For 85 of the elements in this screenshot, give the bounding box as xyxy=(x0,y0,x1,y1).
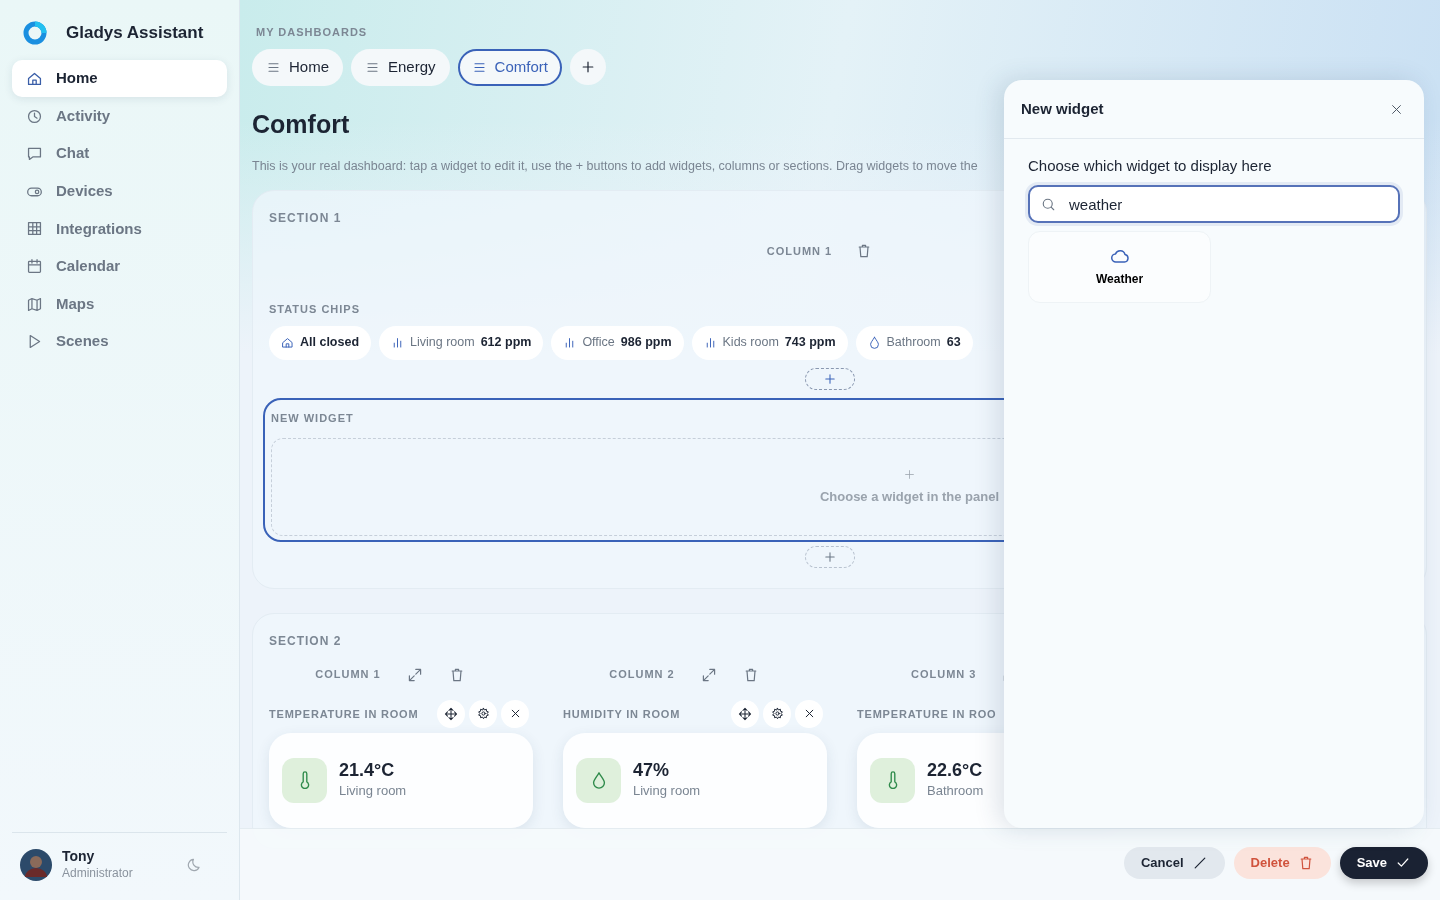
close-icon xyxy=(509,708,521,720)
column-title: COLUMN 2 xyxy=(609,667,675,683)
panel-label: Choose which widget to display here xyxy=(1028,155,1273,176)
close-button[interactable] xyxy=(1390,102,1403,116)
chip-value: 612 ppm xyxy=(480,334,532,352)
dashboards-heading: MY DASHBOARDS xyxy=(255,25,369,40)
nav-item[interactable]: Calendar xyxy=(12,247,227,285)
nav-item[interactable]: Scenes xyxy=(12,323,227,361)
avatar xyxy=(20,849,52,882)
chip-label: Kids room xyxy=(722,334,779,352)
chip-label: All closed xyxy=(300,334,360,352)
widget-value: 21.4°C xyxy=(339,759,396,782)
move-widget-button[interactable] xyxy=(731,699,759,728)
section-title: SECTION 2 xyxy=(269,633,343,651)
plus-icon xyxy=(822,371,837,386)
chip-label: Office xyxy=(582,334,615,352)
drop-icon xyxy=(867,336,881,350)
nav-item[interactable]: Integrations xyxy=(12,210,227,248)
close-icon xyxy=(803,708,815,720)
move-icon xyxy=(444,706,458,721)
logo-icon xyxy=(22,20,48,46)
calendar-icon xyxy=(26,257,43,275)
chip-value: 986 ppm xyxy=(620,334,672,352)
widget-settings-button[interactable] xyxy=(469,699,497,728)
widget-room: Bathroom xyxy=(927,782,984,801)
dashboard-tab[interactable]: Comfort xyxy=(457,48,562,86)
resize-column-button[interactable] xyxy=(406,666,423,683)
chip-value: 63 xyxy=(946,334,961,352)
nav-item[interactable]: Chat xyxy=(12,135,227,173)
settings-icon xyxy=(476,707,490,721)
widget-value: 47% xyxy=(633,759,671,782)
chip-label: Living room xyxy=(410,334,475,352)
widget-settings-button[interactable] xyxy=(763,699,791,728)
page-title: Comfort xyxy=(252,108,350,140)
move-icon xyxy=(738,706,752,721)
user-name: Tony xyxy=(62,848,96,864)
resize-column-button[interactable] xyxy=(700,666,717,683)
nav-item[interactable]: Maps xyxy=(12,285,227,323)
map-icon xyxy=(26,295,43,313)
panel-title: New widget xyxy=(1021,99,1104,119)
chip-label: Bathroom xyxy=(886,334,941,352)
theme-toggle[interactable] xyxy=(187,857,203,874)
move-widget-button[interactable] xyxy=(437,699,465,728)
widget-card[interactable]: 47% Living room xyxy=(563,732,827,828)
close-icon xyxy=(1390,102,1403,116)
search-icon xyxy=(1041,197,1056,212)
home-icon xyxy=(281,336,294,350)
widget-title: NEW WIDGET xyxy=(271,410,355,426)
column-title: COLUMN 1 xyxy=(315,667,381,683)
chat-icon xyxy=(26,145,43,163)
chip-value: 743 ppm xyxy=(784,334,836,352)
user-role: Administrator xyxy=(62,865,134,882)
widget-room: Living room xyxy=(339,782,407,801)
nav-item[interactable]: Devices xyxy=(12,172,227,210)
clock-icon xyxy=(26,107,43,125)
widget-title: TEMPERATURE IN ROOM xyxy=(269,706,419,722)
expand-icon xyxy=(406,666,423,683)
dashboard-tab[interactable]: Home xyxy=(252,48,343,86)
section-title: SECTION 1 xyxy=(269,209,343,227)
add-dashboard-button[interactable] xyxy=(569,49,606,85)
page-description: This is your real dashboard: tap a widget to edit it, use the + buttons to add widgets, columns or sections. Drag widgets to move the xyxy=(252,158,978,175)
plus-icon xyxy=(822,550,837,565)
moon-icon xyxy=(187,857,203,874)
search-field[interactable]: weather xyxy=(1028,185,1400,223)
home-icon xyxy=(26,70,43,87)
app-name: Gladys Assistant xyxy=(66,22,204,45)
save-button[interactable]: Save xyxy=(1339,846,1428,879)
column-title: COLUMN 1 xyxy=(766,243,833,259)
widget-hint: Choose a widget in the panel xyxy=(819,488,1000,506)
widget-room: Living room xyxy=(633,782,701,801)
widget-option[interactable]: Weather xyxy=(1028,231,1211,303)
settings-icon xyxy=(770,707,784,721)
widget-value: 22.6°C xyxy=(927,759,984,782)
widget-title: STATUS CHIPS xyxy=(269,302,362,318)
expand-icon xyxy=(700,666,717,683)
grid-icon xyxy=(26,220,43,238)
nav-item[interactable]: Home xyxy=(12,60,227,97)
widget-card[interactable]: 21.4°C Living room xyxy=(269,732,533,828)
nav-item[interactable]: Activity xyxy=(12,97,227,135)
column-title: COLUMN 3 xyxy=(911,667,977,683)
widget-title: HUMIDITY IN ROOM xyxy=(563,706,681,722)
plus-icon xyxy=(903,468,916,481)
cancel-button[interactable]: Cancel xyxy=(1123,846,1225,879)
widget-title: TEMPERATURE IN ROO xyxy=(857,706,997,722)
dashboard-tab[interactable]: Energy xyxy=(351,48,450,86)
